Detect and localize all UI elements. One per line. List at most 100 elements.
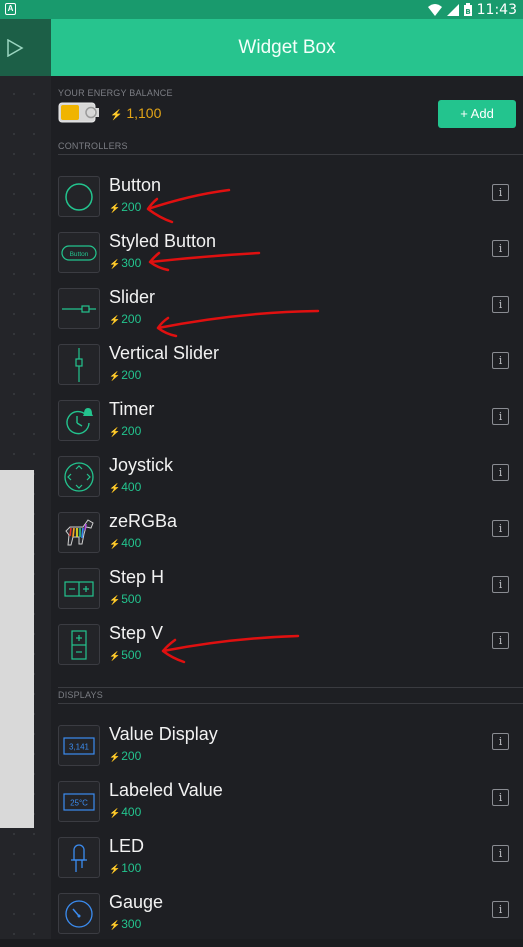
timer-icon [58,400,100,441]
play-icon[interactable] [6,39,24,57]
widget-item-timer[interactable]: Timer ⚡200 i [51,398,523,454]
controllers-divider [58,154,523,155]
widget-name: Labeled Value [109,780,223,800]
info-button[interactable]: i [492,520,509,537]
info-button[interactable]: i [492,296,509,313]
widget-name: Slider [109,287,156,307]
widget-price: ⚡300 [109,256,142,270]
widget-box-header: Widget Box [51,19,523,76]
widget-name: Button [109,175,162,195]
info-button[interactable]: i [492,632,509,649]
energy-balance-value: ⚡ 1,100 [110,105,161,121]
controllers-section-label: CONTROLLERS [58,141,128,151]
widget-item-value-display[interactable]: 3,141 Value Display ⚡200 i [51,723,523,779]
widget-name: Styled Button [109,231,217,251]
info-button[interactable]: i [492,184,509,201]
status-right: B 11:43 [427,0,517,19]
widget-price: ⚡200 [109,749,142,763]
widget-item-styled-button[interactable]: Button Styled Button ⚡300 i [51,230,523,286]
widget-price: ⚡500 [109,592,142,606]
styled-button-icon: Button [58,232,100,273]
styled-button-icon-text: Button [70,251,89,258]
widget-name: Vertical Slider [109,343,220,363]
bolt-icon: ⚡ [109,315,121,325]
bolt-icon: ⚡ [109,483,121,493]
status-bar: A B 11:43 [0,0,523,19]
step-h-icon [58,568,100,609]
add-energy-button[interactable]: + Add [438,100,516,128]
project-canvas [0,19,51,939]
joystick-icon [58,456,100,497]
widget-item-zergba[interactable]: zeRGBa ⚡400 i [51,510,523,566]
widget-box-panel: YOUR ENERGY BALANCE ⚡ 1,100 + Add CONTRO… [51,76,523,939]
widget-name: Step H [109,567,165,587]
bolt-icon: ⚡ [109,808,121,818]
bolt-icon: ⚡ [109,752,121,762]
widget-name: LED [109,836,145,856]
displays-divider [58,703,523,704]
widget-name: Step V [109,623,164,643]
displays-divider-top [58,687,523,688]
energy-balance-label: YOUR ENERGY BALANCE [58,88,173,98]
info-button[interactable]: i [492,901,509,918]
widget-item-led[interactable]: LED ⚡100 i [51,835,523,891]
signal-icon [446,3,459,16]
alert-icon: A [5,3,16,15]
clock: 11:43 [476,1,517,18]
widget-item-vertical-slider[interactable]: Vertical Slider ⚡200 i [51,342,523,398]
widget-item-button[interactable]: Button ⚡200 i [51,174,523,230]
widget-price: ⚡400 [109,805,142,819]
bolt-icon: ⚡ [109,259,121,269]
widget-item-slider[interactable]: Slider ⚡200 i [51,286,523,342]
page-title: Widget Box [238,37,336,58]
labeled-value-icon-text: 25°C [70,798,88,807]
widget-name: Value Display [109,724,218,744]
widget-price: ⚡100 [109,861,142,875]
bolt-icon: ⚡ [109,427,121,437]
info-button[interactable]: i [492,789,509,806]
wifi-icon [427,3,442,16]
bolt-icon: ⚡ [109,864,121,874]
value-display-icon-text: 3,141 [69,742,90,751]
info-button[interactable]: i [492,845,509,862]
energy-battery-icon [58,102,99,123]
energy-amount: 1,100 [126,105,162,121]
widget-price: ⚡500 [109,648,142,662]
info-button[interactable]: i [492,408,509,425]
led-icon [58,837,100,878]
value-display-icon: 3,141 [58,725,100,766]
widget-preview[interactable] [0,470,34,828]
widget-name: Joystick [109,455,174,475]
zebra-icon [58,512,100,553]
widget-name: Timer [109,399,155,419]
gauge-icon [58,893,100,934]
step-v-icon [58,624,100,665]
info-button[interactable]: i [492,352,509,369]
labeled-value-icon: 25°C [58,781,100,822]
slider-icon [58,288,100,329]
info-button[interactable]: i [492,240,509,257]
svg-text:B: B [465,8,470,16]
bolt-icon: ⚡ [109,920,121,930]
widget-item-step-v[interactable]: Step V ⚡500 i [51,622,523,678]
widget-price: ⚡200 [109,200,142,214]
widget-item-joystick[interactable]: Joystick ⚡400 i [51,454,523,510]
widget-price: ⚡200 [109,368,142,382]
info-button[interactable]: i [492,733,509,750]
bolt-icon: ⚡ [109,651,121,661]
bolt-icon: ⚡ [109,371,121,381]
widget-item-labeled-value[interactable]: 25°C Labeled Value ⚡400 i [51,779,523,835]
vertical-slider-icon [58,344,100,385]
widget-price: ⚡400 [109,480,142,494]
widget-item-step-h[interactable]: Step H ⚡500 i [51,566,523,622]
info-button[interactable]: i [492,464,509,481]
widget-price: ⚡200 [109,312,142,326]
battery-status-icon: B [463,3,472,16]
widget-price: ⚡400 [109,536,142,550]
info-button[interactable]: i [492,576,509,593]
button-circle-icon [58,176,100,217]
widget-name: zeRGBa [109,511,178,531]
bolt-icon: ⚡ [109,595,121,605]
bolt-icon: ⚡ [110,110,123,121]
widget-price: ⚡200 [109,424,142,438]
